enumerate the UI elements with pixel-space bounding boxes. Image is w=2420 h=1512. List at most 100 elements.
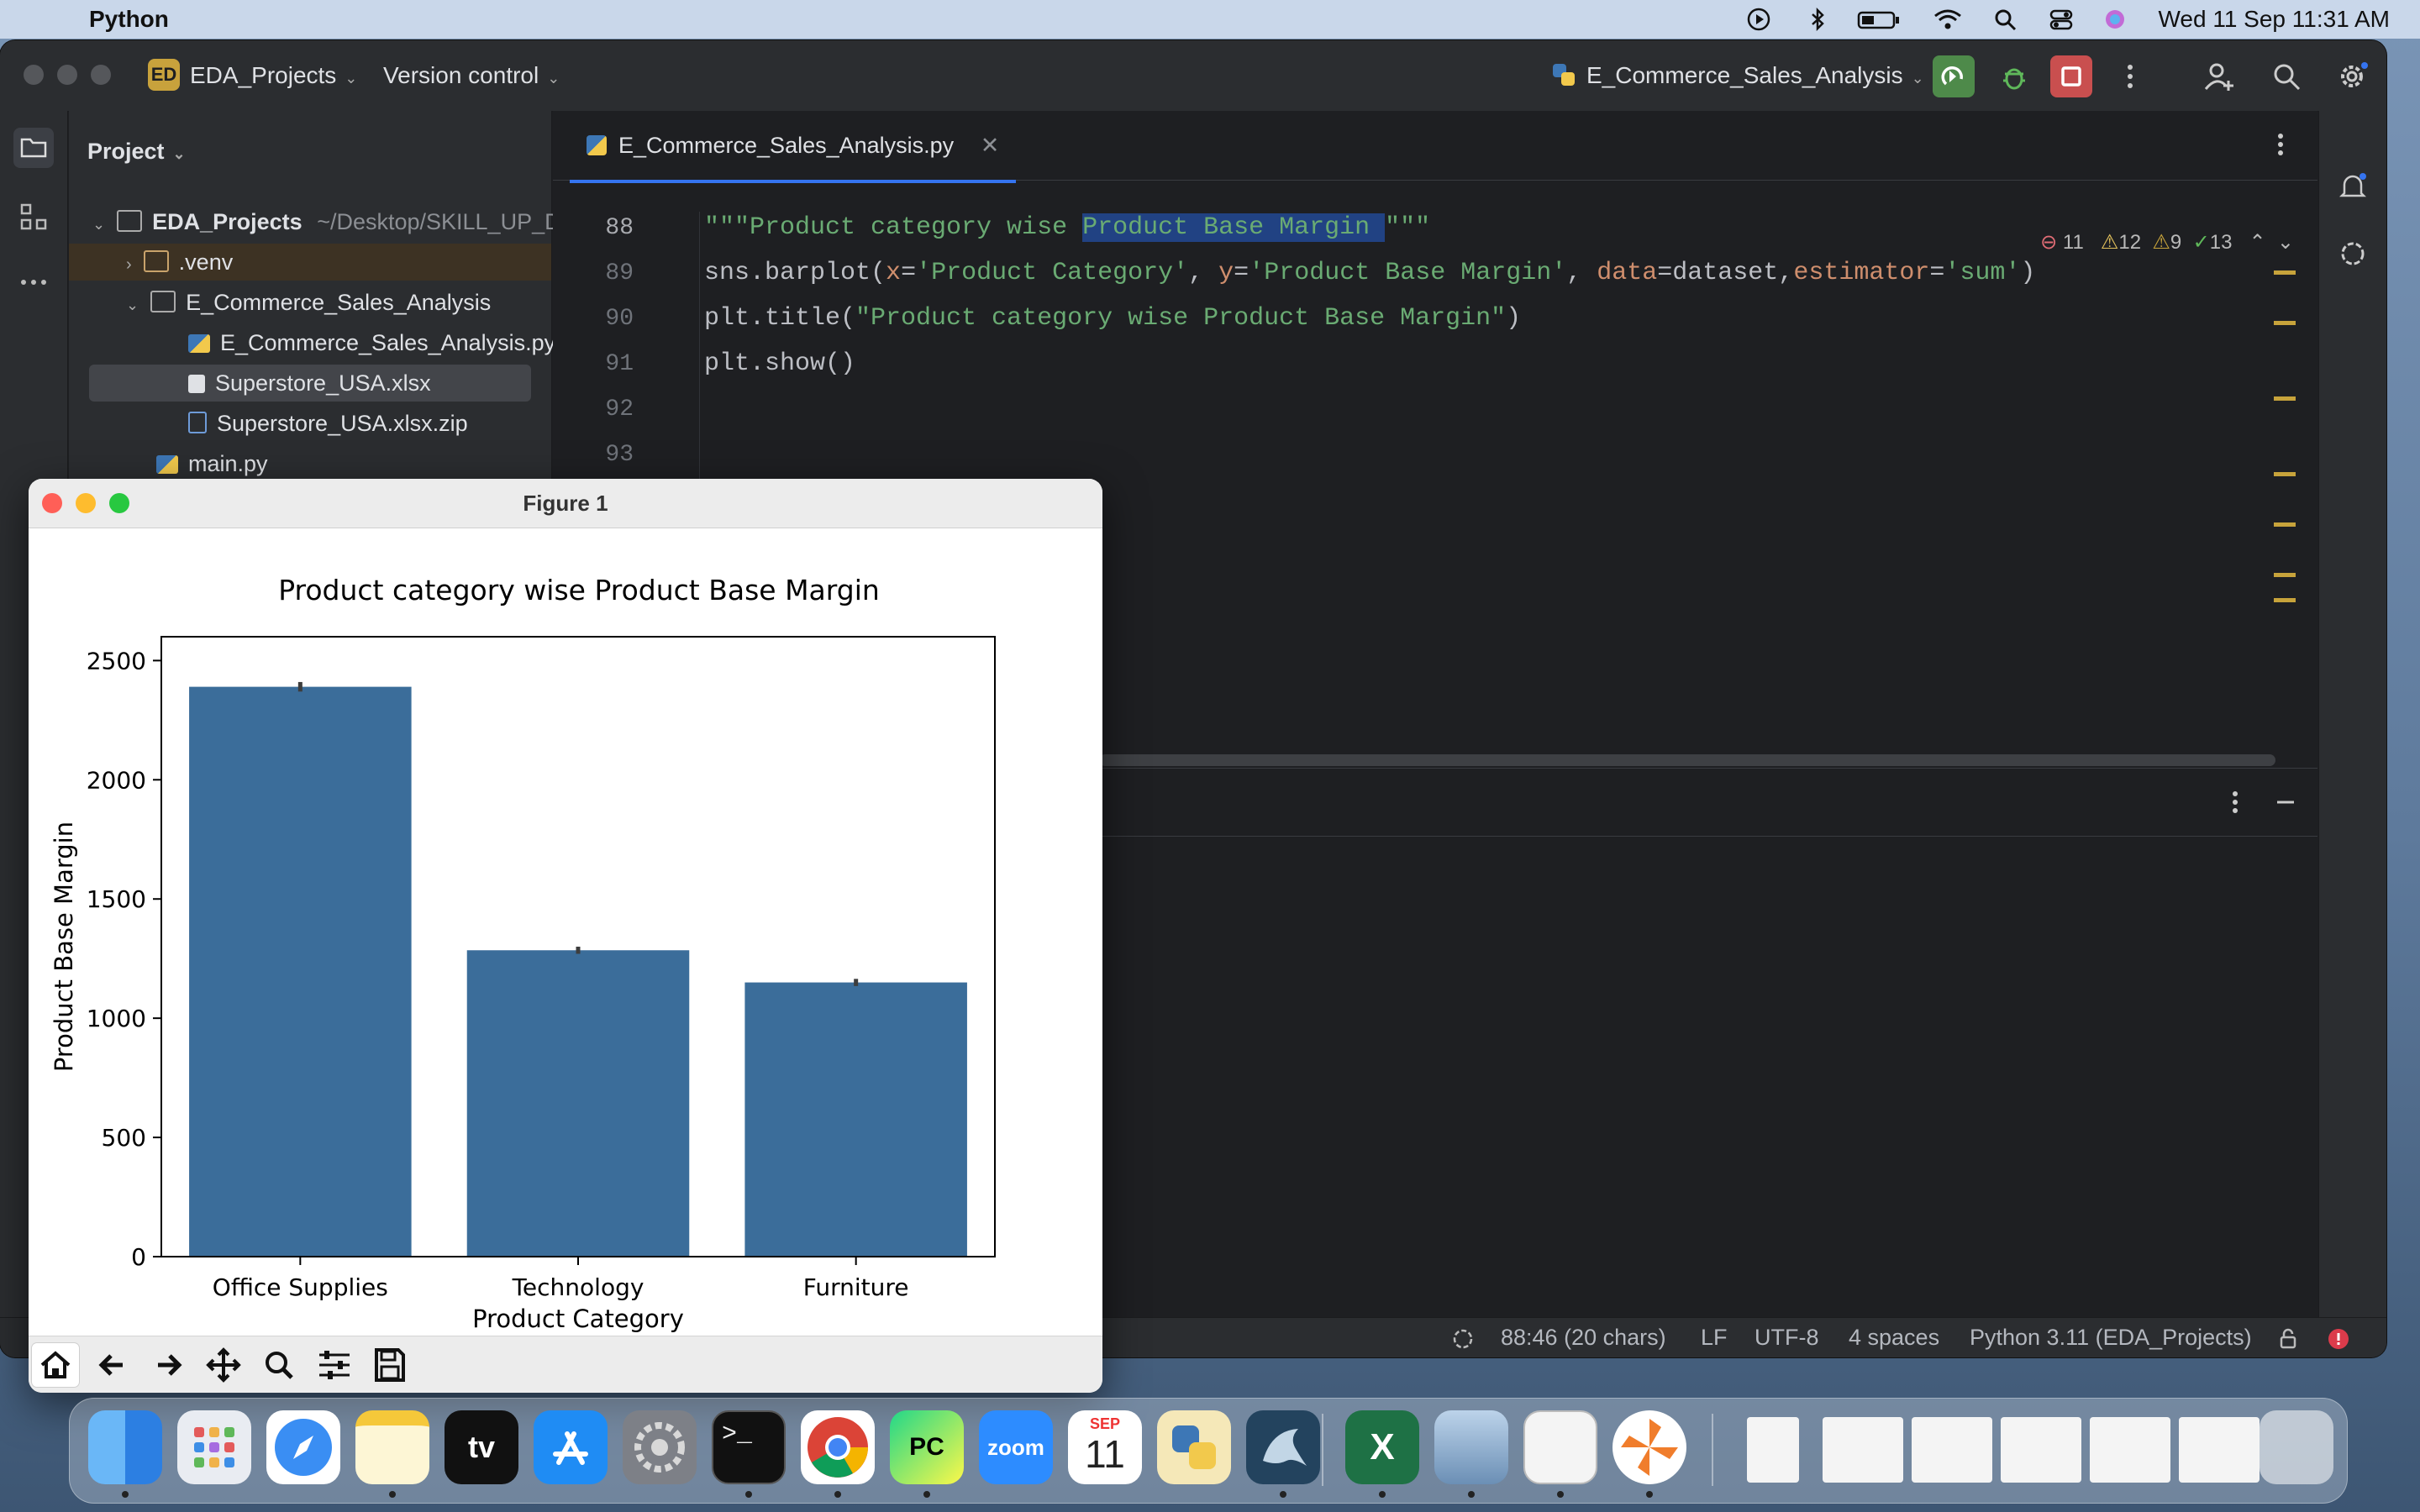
caret-position[interactable]: 88:46 (20 chars) — [1501, 1325, 1666, 1351]
battery-icon[interactable] — [1857, 8, 1901, 31]
structure-icon[interactable] — [13, 197, 54, 237]
search-everywhere-button[interactable] — [2265, 55, 2307, 97]
calendar-icon[interactable]: SEP 11 — [1068, 1410, 1142, 1484]
grid-icon — [194, 1427, 234, 1467]
pinwheel-app-icon[interactable] — [1612, 1410, 1686, 1484]
running-indicator — [1280, 1491, 1286, 1498]
version-control-menu[interactable]: Version control ⌄ — [383, 62, 560, 89]
error-stripe[interactable] — [2274, 270, 2296, 741]
line-number: 91 — [605, 351, 634, 377]
trash-icon[interactable] — [2260, 1410, 2333, 1484]
configure-subplots-button[interactable] — [311, 1343, 358, 1387]
chrome-logo-icon — [808, 1417, 868, 1478]
rerun-button[interactable] — [1933, 55, 1975, 97]
tree-item-main-py[interactable]: main.py — [156, 445, 268, 482]
pycharm-icon[interactable]: PC — [890, 1410, 964, 1484]
home-button[interactable] — [32, 1343, 79, 1387]
error-indicator-icon[interactable] — [2328, 1328, 2349, 1350]
project-switcher-label: EDA_Projects — [190, 62, 337, 88]
code-line[interactable]: sns.barplot(x='Product Category', y='Pro… — [704, 259, 2035, 287]
code-with-me-button[interactable] — [2198, 55, 2240, 97]
tree-item-venv[interactable]: › .venv — [69, 244, 551, 281]
minimized-window-thumbnail[interactable] — [1912, 1417, 1992, 1483]
line-separator[interactable]: LF — [1701, 1325, 1728, 1351]
launchpad-icon[interactable] — [177, 1410, 251, 1484]
notifications-bell-icon[interactable] — [2333, 166, 2373, 207]
python-launcher-icon[interactable] — [1157, 1410, 1231, 1484]
ai-status-icon[interactable] — [1450, 1326, 1476, 1352]
minimized-window-thumbnail[interactable] — [2001, 1417, 2081, 1483]
project-panel-header[interactable]: Project ⌄ — [87, 133, 186, 170]
zoom-button[interactable] — [255, 1343, 302, 1387]
more-vertical-icon[interactable] — [2220, 785, 2250, 819]
lock-icon[interactable] — [2277, 1328, 2299, 1350]
minimized-window-thumbnail[interactable] — [2179, 1417, 2260, 1483]
apple-tv-icon[interactable]: tv — [445, 1410, 518, 1484]
notes-icon[interactable] — [355, 1410, 429, 1484]
previous-highlight-icon[interactable]: ⌃ — [2249, 231, 2265, 254]
system-settings-icon[interactable] — [623, 1410, 697, 1484]
control-center-icon[interactable] — [2049, 8, 2074, 31]
editor-tab[interactable]: E_Commerce_Sales_Analysis.py ✕ — [570, 111, 1017, 183]
next-highlight-icon[interactable]: ⌄ — [2277, 231, 2294, 254]
minimized-window-thumbnail[interactable] — [1747, 1417, 1799, 1483]
run-config-selector[interactable]: E_Commerce_Sales_Analysis ⌄ — [1586, 62, 1924, 89]
project-switcher[interactable]: EDA_Projects ⌄ — [190, 62, 357, 89]
excel-icon[interactable]: X — [1345, 1410, 1419, 1484]
bluetooth-icon[interactable] — [1805, 8, 1830, 31]
file-encoding[interactable]: UTF-8 — [1754, 1325, 1819, 1351]
editor-tab-label: E_Commerce_Sales_Analysis.py — [618, 133, 955, 158]
python-interpreter[interactable]: Python 3.11 (EDA_Projects) — [1970, 1325, 2252, 1351]
textedit-icon[interactable] — [1523, 1410, 1597, 1484]
code-line[interactable]: plt.title("Product category wise Product… — [704, 304, 1521, 333]
back-button[interactable] — [89, 1343, 136, 1387]
zoom-icon[interactable]: zoom — [979, 1410, 1053, 1484]
siri-icon[interactable] — [2102, 8, 2128, 31]
active-app-name[interactable]: Python — [89, 6, 169, 33]
magnifier-icon — [266, 1352, 293, 1379]
tree-item-zip[interactable]: Superstore_USA.xlsx.zip — [188, 405, 468, 442]
settings-button[interactable] — [2331, 55, 2373, 97]
terminal-icon[interactable]: >_ — [712, 1410, 786, 1484]
debug-button[interactable] — [1993, 55, 2035, 97]
folder-icon[interactable] — [13, 128, 54, 168]
wifi-icon[interactable] — [1933, 8, 1963, 31]
tree-item-python-file[interactable]: E_Commerce_Sales_Analysis.py — [188, 324, 555, 361]
safari-icon[interactable] — [266, 1410, 340, 1484]
minimized-window-thumbnail[interactable] — [2090, 1417, 2170, 1483]
code-line[interactable]: """Product category wise Product Base Ma… — [704, 213, 1430, 242]
tree-item-eda-projects[interactable]: ⌄ EDA_Projects ~/Desktop/SKILL_UP_D... — [92, 203, 580, 240]
app-store-icon[interactable] — [534, 1410, 608, 1484]
preview-icon[interactable] — [1434, 1410, 1508, 1484]
indent-setting[interactable]: 4 spaces — [1849, 1325, 1939, 1351]
finder-icon[interactable] — [88, 1410, 162, 1484]
mysql-workbench-icon[interactable] — [1246, 1410, 1320, 1484]
pan-button[interactable] — [200, 1343, 247, 1387]
running-indicator — [745, 1491, 752, 1498]
y-tick-label: 2000 — [87, 766, 146, 794]
spotlight-search-icon[interactable] — [1993, 8, 2018, 31]
forward-button[interactable] — [145, 1343, 192, 1387]
window-zoom-button[interactable] — [91, 65, 111, 85]
inspection-widget[interactable]: ⊖ 11 ⚠12 ⚠9 ✓13 ⌃ ⌄ — [2040, 230, 2294, 255]
stop-button[interactable] — [2050, 55, 2092, 97]
minimized-window-thumbnail[interactable] — [1823, 1417, 1903, 1483]
ai-assistant-icon[interactable] — [2333, 234, 2373, 274]
more-actions-button[interactable] — [2109, 55, 2151, 97]
chrome-icon[interactable] — [801, 1410, 875, 1484]
save-figure-button[interactable] — [366, 1343, 413, 1387]
horizontal-scrollbar[interactable] — [1099, 754, 2275, 766]
play-status-icon[interactable] — [1746, 8, 1771, 31]
tree-item-xlsx[interactable]: Superstore_USA.xlsx — [89, 365, 531, 402]
more-vertical-icon[interactable] — [2264, 128, 2297, 161]
project-badge[interactable]: ED — [148, 59, 180, 91]
code-line[interactable]: plt.show() — [704, 349, 855, 378]
tree-item-e-commerce-folder[interactable]: ⌄ E_Commerce_Sales_Analysis — [126, 284, 491, 321]
menubar-clock[interactable]: Wed 11 Sep 11:31 AM — [2158, 6, 2390, 33]
figure-window-title: Figure 1 — [523, 491, 608, 516]
more-tools-icon[interactable] — [13, 262, 54, 302]
window-close-button[interactable] — [24, 65, 44, 85]
close-tab-icon[interactable]: ✕ — [981, 133, 1000, 158]
minimize-panel-icon[interactable] — [2270, 785, 2301, 819]
window-minimize-button[interactable] — [57, 65, 77, 85]
